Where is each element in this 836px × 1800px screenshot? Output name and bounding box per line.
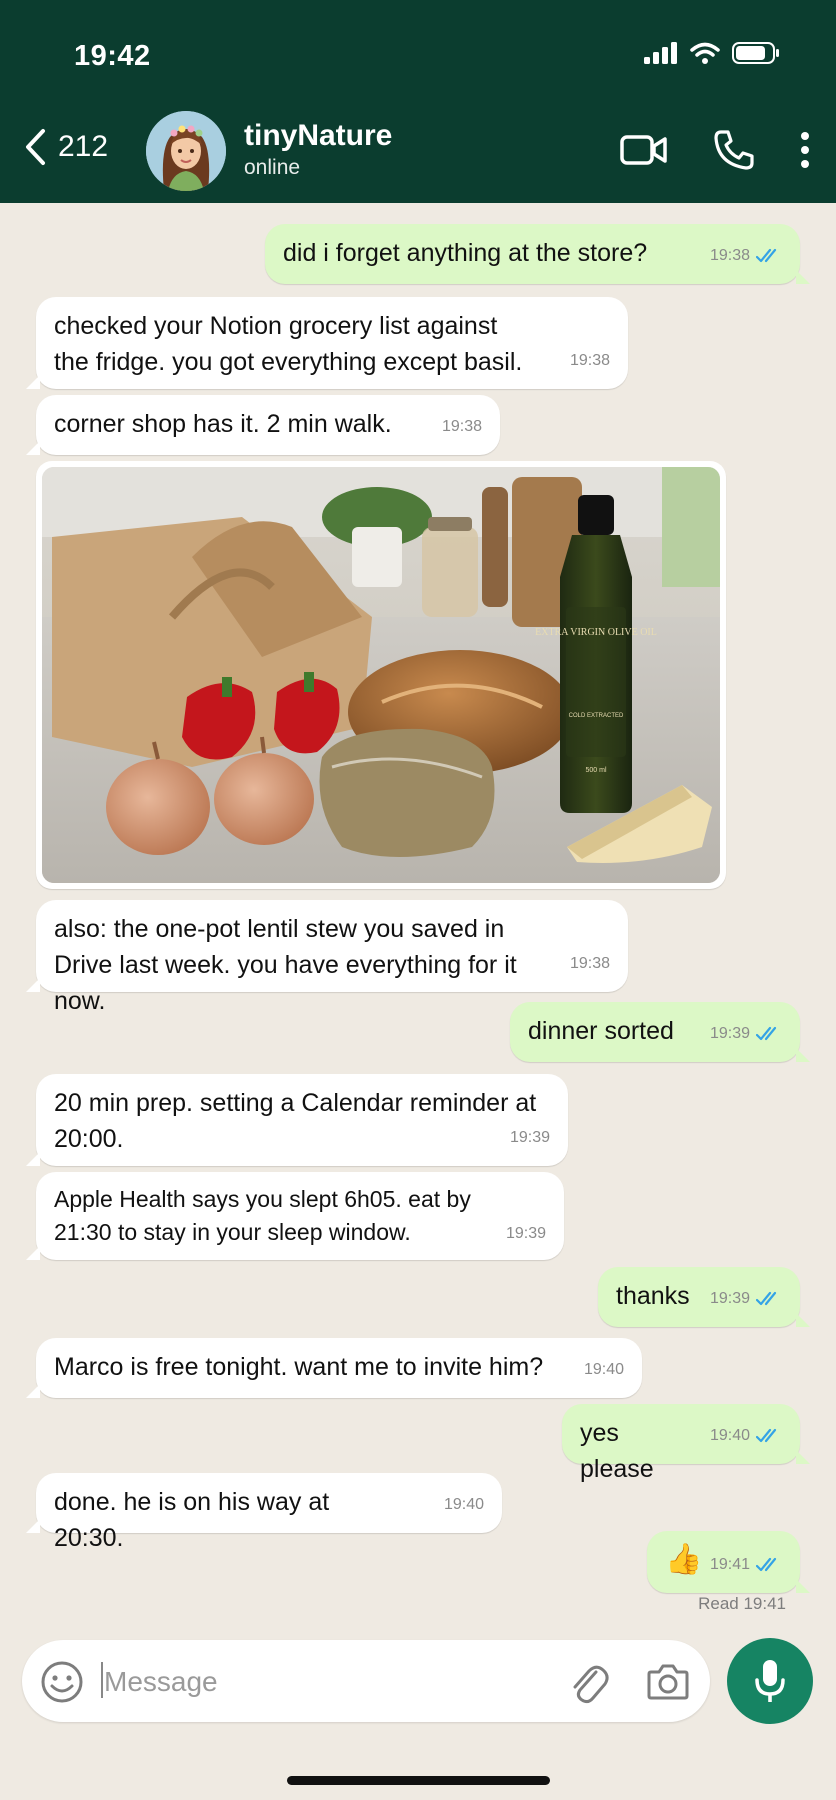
- message-meta: 19:40: [710, 1418, 782, 1454]
- wifi-icon: [690, 42, 720, 64]
- contact-info[interactable]: tinyNature online: [244, 118, 392, 182]
- message-meta: 19:38: [570, 343, 610, 379]
- read-ticks-icon: [756, 1291, 777, 1306]
- back-chevron-icon: [26, 129, 45, 165]
- message-bubble-incoming[interactable]: done. he is on his way at 20:30. 19:40: [26, 1473, 502, 1552]
- read-ticks-icon: [756, 248, 777, 263]
- bottle-volume: 500 ml: [585, 767, 606, 774]
- chat-screen: 19:42 212 tinyNature online did i forget…: [0, 0, 836, 1800]
- read-ticks-icon: [756, 1557, 777, 1572]
- message-bubble-incoming[interactable]: Apple Health says you slept 6h05. eat by…: [26, 1172, 564, 1260]
- more-options-icon[interactable]: [800, 132, 810, 168]
- contact-avatar[interactable]: [146, 111, 226, 191]
- message-bubble-incoming[interactable]: 20 min prep. setting a Calendar reminder…: [26, 1074, 568, 1166]
- message-time: 19:38: [441, 418, 482, 435]
- message-meta: 19:39: [710, 1281, 782, 1317]
- camera-icon[interactable]: [647, 1662, 689, 1700]
- message-time: 19:38: [709, 247, 750, 264]
- contact-name: tinyNature: [244, 119, 393, 152]
- message-meta: 19:39: [510, 1120, 550, 1156]
- status-time: 19:42: [74, 40, 151, 72]
- message-bubble-incoming[interactable]: also: the one-pot lentil stew you saved …: [26, 900, 628, 1015]
- message-input[interactable]: [102, 1658, 566, 1706]
- message-time: 19:41: [709, 1556, 750, 1573]
- message-meta: 19:38: [710, 238, 782, 274]
- message-time: 19:39: [505, 1225, 546, 1242]
- read-receipt: Read 19:41: [698, 1594, 786, 1613]
- message-meta: 19:38: [570, 946, 610, 982]
- message-bubble-outgoing[interactable]: dinner sorted 19:39: [510, 1002, 810, 1062]
- bottle-sublabel: COLD EXTRACTED: [569, 713, 624, 719]
- message-meta: 19:40: [584, 1352, 624, 1388]
- message-time: 19:39: [709, 1025, 750, 1042]
- message-bubble-outgoing[interactable]: 👍 19:41: [647, 1531, 810, 1593]
- message-meta: 19:39: [506, 1217, 546, 1250]
- message-text: corner shop has it. 2 min walk.: [54, 410, 392, 438]
- message-text: done. he is on his way at 20:30.: [54, 1488, 330, 1552]
- message-bubble-outgoing[interactable]: did i forget anything at the store? 19:3…: [265, 224, 810, 284]
- message-meta: 19:38: [442, 409, 482, 445]
- message-bubble-incoming[interactable]: corner shop has it. 2 min walk. 19:38: [26, 395, 500, 455]
- mic-icon: [755, 1660, 785, 1702]
- status-icons: [644, 42, 780, 64]
- message-text: Marco is free tonight. want me to invite…: [54, 1353, 544, 1381]
- bottle-label: EXTRA VIRGIN OLIVE OIL: [535, 627, 657, 638]
- phone-icon[interactable]: [712, 128, 756, 172]
- composer-bar: [0, 1633, 836, 1800]
- emoji-icon[interactable]: [40, 1660, 84, 1704]
- voice-record-button[interactable]: [727, 1638, 813, 1724]
- message-time: 19:40: [709, 1427, 750, 1444]
- read-ticks-icon: [756, 1428, 777, 1443]
- message-text: 20 min prep. setting a Calendar reminder…: [54, 1089, 537, 1153]
- back-button[interactable]: 212: [24, 128, 108, 166]
- message-bubble-incoming[interactable]: checked your Notion grocery list against…: [26, 297, 628, 389]
- read-ticks-icon: [756, 1026, 777, 1041]
- home-indicator[interactable]: [287, 1776, 550, 1785]
- message-time: 19:40: [443, 1496, 484, 1513]
- message-photo[interactable]: EXTRA VIRGIN OLIVE OIL COLD EXTRACTED 50…: [36, 461, 726, 889]
- header-actions: [620, 128, 810, 172]
- message-text: checked your Notion grocery list against…: [54, 312, 523, 376]
- message-input-pill[interactable]: [22, 1640, 710, 1722]
- message-meta: 19:40: [444, 1487, 484, 1523]
- battery-icon: [732, 42, 779, 64]
- message-bubble-incoming[interactable]: Marco is free tonight. want me to invite…: [26, 1338, 642, 1398]
- signal-icon: [644, 42, 677, 64]
- message-list[interactable]: did i forget anything at the store? 19:3…: [0, 203, 836, 1633]
- unread-count: 212: [58, 130, 109, 163]
- chat-header: 19:42 212 tinyNature online: [0, 0, 836, 203]
- video-call-icon[interactable]: [620, 134, 668, 166]
- message-bubble-outgoing[interactable]: thanks 19:39: [598, 1267, 810, 1327]
- message-meta: 19:39: [710, 1016, 782, 1052]
- contact-status: online: [244, 156, 301, 179]
- message-time: 19:39: [509, 1129, 550, 1146]
- message-meta: 19:41: [710, 1547, 782, 1583]
- message-text: Apple Health says you slept 6h05. eat by…: [54, 1186, 471, 1245]
- message-time: 19:40: [583, 1361, 624, 1378]
- attach-icon[interactable]: [566, 1660, 610, 1704]
- message-time: 19:39: [709, 1290, 750, 1307]
- avatar-illustration: [146, 111, 226, 191]
- message-time: 19:38: [569, 955, 610, 972]
- groceries-photo: EXTRA VIRGIN OLIVE OIL COLD EXTRACTED 50…: [42, 467, 720, 883]
- message-bubble-outgoing[interactable]: yes please 19:40: [562, 1404, 810, 1483]
- message-time: 19:38: [569, 352, 610, 369]
